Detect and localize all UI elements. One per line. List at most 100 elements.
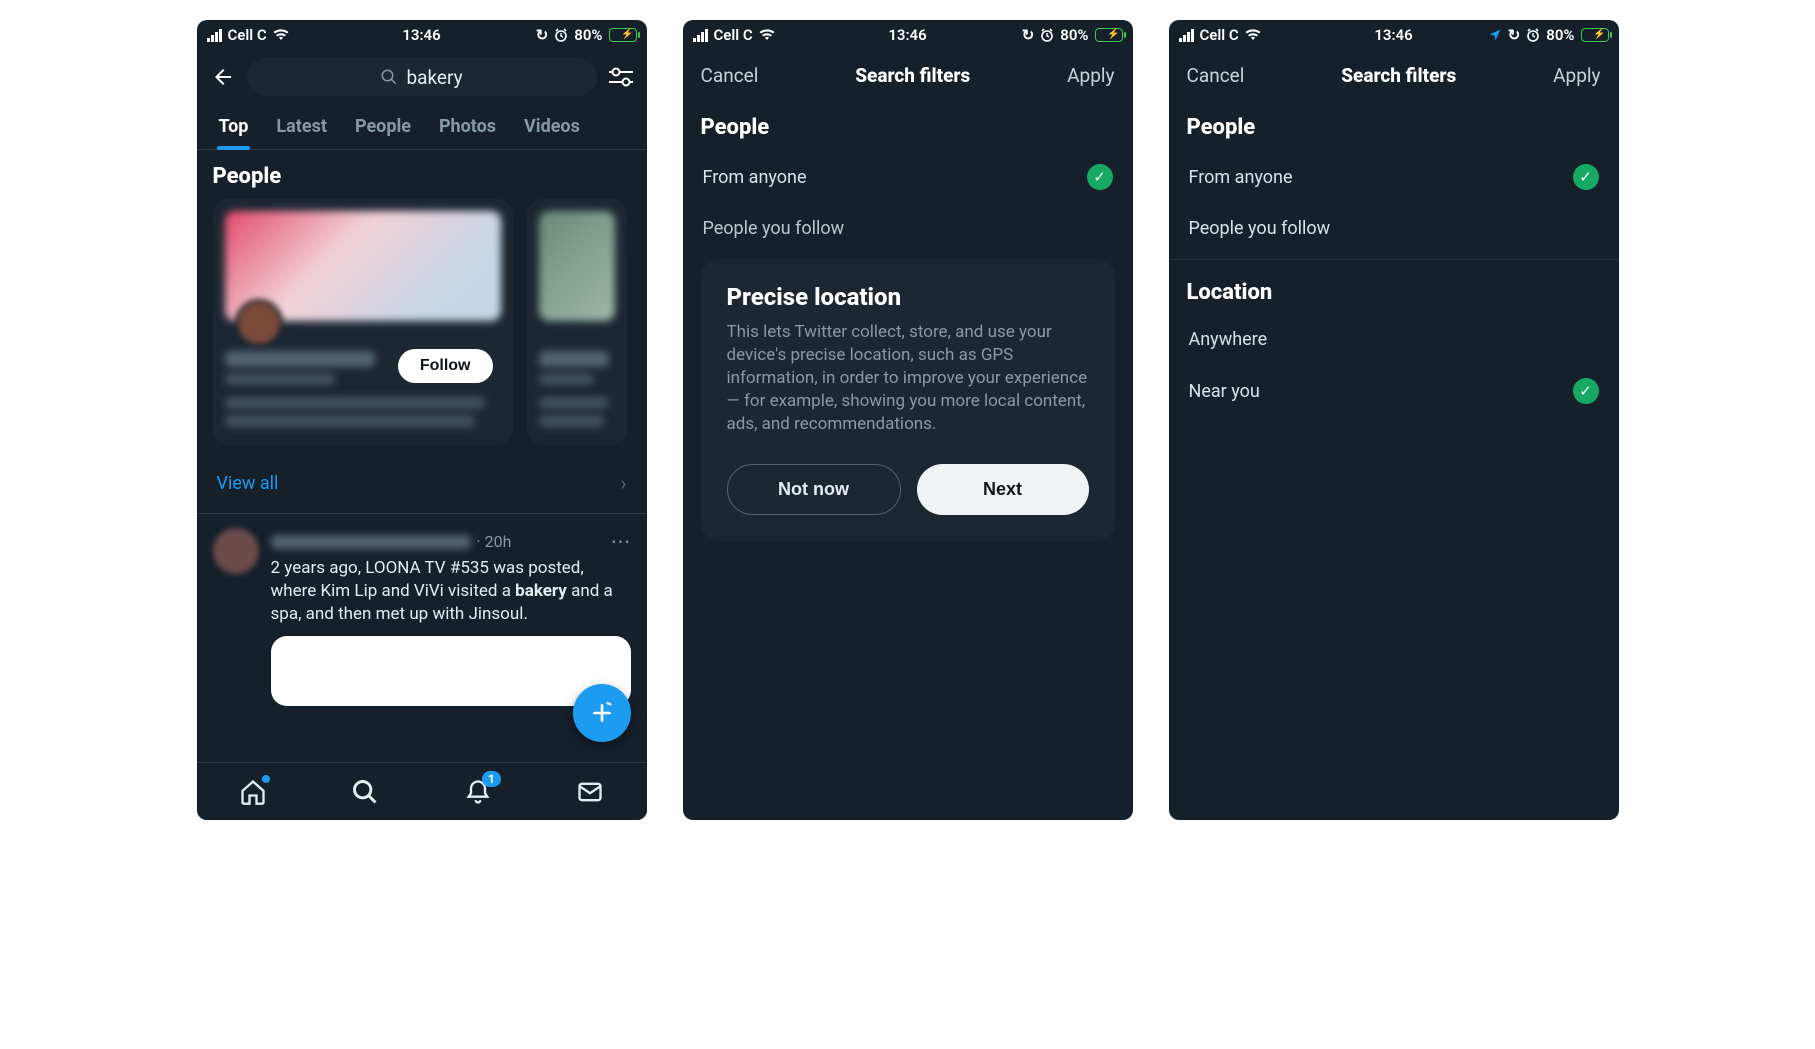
- status-bar: Cell C 13:46 ↻ 80% ⚡: [1169, 20, 1619, 50]
- filters-header: Cancel Search filters Apply: [1169, 50, 1619, 101]
- people-card-bio-line: [225, 397, 485, 409]
- apply-button[interactable]: Apply: [1067, 64, 1114, 87]
- people-card-name: [539, 351, 609, 367]
- tweet-author: [271, 535, 471, 549]
- filters-title: Search filters: [855, 64, 970, 87]
- filters-header: Cancel Search filters Apply: [683, 50, 1133, 101]
- wifi-icon: [273, 29, 289, 41]
- filter-from-anyone[interactable]: From anyone ✓: [683, 150, 1133, 204]
- status-bar: Cell C 13:46 ↻ 80% ⚡: [197, 20, 647, 50]
- tweet-media[interactable]: [271, 636, 631, 706]
- back-button[interactable]: [209, 63, 237, 91]
- phone-search-results: Cell C 13:46 ↻ 80% ⚡ bakery: [197, 20, 647, 820]
- search-input[interactable]: bakery: [247, 58, 597, 96]
- status-bar: Cell C 13:46 ↻ 80% ⚡: [683, 20, 1133, 50]
- view-all-label: View all: [217, 473, 279, 494]
- wifi-icon: [759, 29, 775, 41]
- signal-icon: [693, 29, 708, 42]
- location-services-icon: [1488, 28, 1502, 42]
- people-section-heading: People: [197, 150, 647, 199]
- filter-people-you-follow[interactable]: People you follow: [683, 204, 1133, 253]
- bottom-nav: 1: [197, 762, 647, 820]
- orientation-lock-icon: ↻: [1508, 26, 1521, 44]
- chevron-right-icon: ›: [620, 471, 626, 495]
- location-section-heading: Location: [1169, 266, 1619, 315]
- cancel-button[interactable]: Cancel: [701, 64, 759, 87]
- people-card[interactable]: Follow: [213, 199, 513, 445]
- result-tabs: Top Latest People Photos Videos: [197, 104, 647, 150]
- tab-videos[interactable]: Videos: [510, 104, 594, 149]
- phone-filters-modal: Cell C 13:46 ↻ 80% ⚡ Cancel Search filte…: [683, 20, 1133, 820]
- nav-notifications[interactable]: 1: [463, 777, 493, 807]
- avatar: [213, 528, 259, 574]
- people-card-name: [225, 351, 375, 367]
- alarm-icon: [1040, 28, 1054, 42]
- wifi-icon: [1245, 29, 1261, 41]
- battery-percent: 80%: [1060, 26, 1088, 44]
- search-query-text: bakery: [406, 66, 462, 89]
- carrier-label: Cell C: [714, 26, 753, 44]
- signal-icon: [207, 29, 222, 42]
- filter-option-label: People you follow: [703, 218, 845, 239]
- section-divider: [1169, 259, 1619, 260]
- filter-anywhere[interactable]: Anywhere: [1169, 315, 1619, 364]
- filters-title: Search filters: [1341, 64, 1456, 87]
- people-card-carousel[interactable]: Follow: [197, 199, 647, 445]
- avatar: [235, 299, 283, 347]
- nav-search[interactable]: [350, 777, 380, 807]
- people-card[interactable]: [527, 199, 627, 445]
- alarm-icon: [554, 28, 568, 42]
- battery-percent: 80%: [1546, 26, 1574, 44]
- carrier-label: Cell C: [228, 26, 267, 44]
- view-all-link[interactable]: View all ›: [197, 453, 647, 514]
- not-now-button[interactable]: Not now: [727, 464, 901, 515]
- modal-title: Precise location: [727, 283, 1089, 311]
- people-card-handle: [225, 373, 335, 385]
- carrier-label: Cell C: [1200, 26, 1239, 44]
- compose-fab[interactable]: [573, 684, 631, 742]
- apply-button[interactable]: Apply: [1553, 64, 1600, 87]
- check-icon: ✓: [1573, 378, 1599, 404]
- tweet-text: 2 years ago, LOONA TV #535 was posted, w…: [271, 557, 631, 626]
- phone-filters: Cell C 13:46 ↻ 80% ⚡ Cancel Search filte…: [1169, 20, 1619, 820]
- cancel-button[interactable]: Cancel: [1187, 64, 1245, 87]
- people-card-banner: [539, 211, 615, 321]
- battery-icon: ⚡: [609, 28, 637, 42]
- signal-icon: [1179, 29, 1194, 42]
- tab-top[interactable]: Top: [205, 104, 263, 149]
- filter-from-anyone[interactable]: From anyone ✓: [1169, 150, 1619, 204]
- people-card-bio-line: [539, 397, 609, 409]
- filter-near-you[interactable]: Near you ✓: [1169, 364, 1619, 418]
- tweet[interactable]: · 20h ⋯ 2 years ago, LOONA TV #535 was p…: [197, 514, 647, 706]
- filter-option-label: From anyone: [703, 167, 807, 188]
- battery-percent: 80%: [574, 26, 602, 44]
- search-icon: [380, 68, 398, 86]
- precise-location-modal: Precise location This lets Twitter colle…: [701, 259, 1115, 541]
- modal-body: This lets Twitter collect, store, and us…: [727, 321, 1089, 436]
- tab-latest[interactable]: Latest: [262, 104, 341, 149]
- people-card-bio-line: [539, 415, 604, 427]
- tab-photos[interactable]: Photos: [425, 104, 510, 149]
- search-header: bakery: [197, 50, 647, 104]
- clock: 13:46: [1374, 26, 1412, 44]
- nav-home[interactable]: [238, 777, 268, 807]
- orientation-lock-icon: ↻: [536, 26, 549, 44]
- home-unread-dot: [262, 775, 270, 783]
- filter-option-label: From anyone: [1189, 167, 1293, 188]
- tweet-timestamp: · 20h: [477, 531, 512, 553]
- follow-button[interactable]: Follow: [398, 349, 493, 383]
- filter-option-label: Near you: [1189, 381, 1260, 402]
- people-card-handle: [539, 373, 594, 385]
- nav-messages[interactable]: [575, 777, 605, 807]
- battery-icon: ⚡: [1581, 28, 1609, 42]
- check-icon: ✓: [1087, 164, 1113, 190]
- clock: 13:46: [888, 26, 926, 44]
- filter-settings-button[interactable]: [607, 63, 635, 91]
- tab-people[interactable]: People: [341, 104, 425, 149]
- people-section-heading: People: [1169, 101, 1619, 150]
- next-button[interactable]: Next: [917, 464, 1089, 515]
- orientation-lock-icon: ↻: [1022, 26, 1035, 44]
- filter-people-you-follow[interactable]: People you follow: [1169, 204, 1619, 253]
- tweet-more-button[interactable]: ⋯: [611, 528, 631, 555]
- filter-option-label: People you follow: [1189, 218, 1331, 239]
